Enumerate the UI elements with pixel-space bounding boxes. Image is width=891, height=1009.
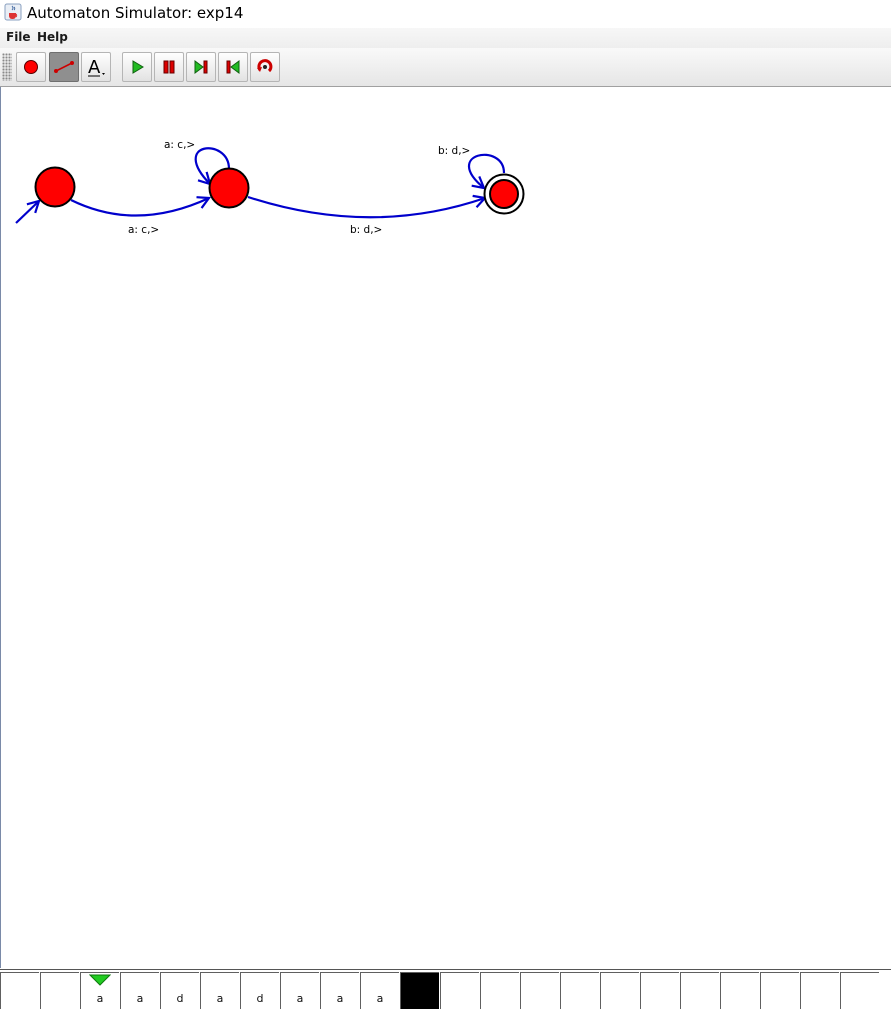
step-forward-icon (194, 60, 208, 74)
red-circle-icon (24, 60, 38, 74)
transition-label: a: c,> (164, 139, 195, 151)
transition-q1-q2[interactable] (247, 197, 485, 219)
tape-symbol: d (176, 992, 184, 1005)
transition-q0-q1[interactable] (70, 198, 209, 217)
menu-file[interactable]: File (6, 30, 31, 44)
tape-cell[interactable] (640, 972, 679, 1009)
tape-cell[interactable] (560, 972, 599, 1009)
step-forward-button[interactable] (186, 52, 216, 82)
state-q1[interactable] (208, 167, 250, 209)
run-button[interactable] (122, 52, 152, 82)
reset-icon (257, 59, 273, 73)
tape-symbol: a (216, 992, 224, 1005)
state-q2-accepting[interactable] (483, 173, 525, 215)
diagram-canvas[interactable]: a: c,> a: c,> b: d,> b: d,> (0, 87, 890, 968)
tape-cell[interactable]: a (120, 972, 159, 1009)
menu-help[interactable]: Help (37, 30, 68, 44)
step-back-button[interactable] (218, 52, 248, 82)
add-transition-button[interactable] (49, 52, 79, 82)
tape-cell[interactable]: a (360, 972, 399, 1009)
tape-head-icon (89, 974, 111, 986)
tape-cell[interactable]: a (200, 972, 239, 1009)
tape-cell[interactable]: d (240, 972, 279, 1009)
tape-symbol: a (336, 992, 344, 1005)
initial-state-arrow (15, 201, 39, 224)
transition-label: b: d,> (350, 224, 382, 236)
play-icon (132, 60, 144, 74)
step-back-icon (226, 60, 240, 74)
letter-a-icon: A (88, 57, 105, 78)
transition-label: a: c,> (128, 224, 159, 236)
menu-bar: File Help (0, 28, 891, 48)
arrow-line-icon (54, 61, 74, 73)
add-state-button[interactable] (16, 52, 46, 82)
tape-cell[interactable] (520, 972, 559, 1009)
tape-cell[interactable] (840, 972, 879, 1009)
tape-cell[interactable]: a (320, 972, 359, 1009)
svg-text:A: A (88, 57, 101, 78)
input-tape: aadadaaa (0, 969, 891, 1009)
java-coffee-icon (4, 3, 22, 21)
tape-symbol: a (96, 992, 104, 1005)
tape-cell[interactable] (0, 972, 39, 1009)
title-bar: Automaton Simulator: exp14 (0, 0, 891, 28)
state-q0[interactable] (34, 166, 76, 208)
text-tool-button[interactable]: A (81, 52, 111, 82)
toolbar: A (0, 48, 891, 87)
tape-cell[interactable] (800, 972, 839, 1009)
tape-cell[interactable] (480, 972, 519, 1009)
tape-cell[interactable] (440, 972, 479, 1009)
tape-cell[interactable] (760, 972, 799, 1009)
pause-icon (163, 60, 175, 74)
reset-button[interactable] (250, 52, 280, 82)
tape-symbol: a (376, 992, 384, 1005)
tape-cell[interactable]: d (160, 972, 199, 1009)
tape-cell[interactable] (720, 972, 759, 1009)
automaton-diagram: a: c,> a: c,> b: d,> b: d,> (15, 139, 525, 236)
tape-cell[interactable]: a (280, 972, 319, 1009)
pause-button[interactable] (154, 52, 184, 82)
tape-symbol: d (256, 992, 264, 1005)
tape-symbol: a (136, 992, 144, 1005)
tape-cell[interactable] (40, 972, 79, 1009)
tape-cell[interactable] (600, 972, 639, 1009)
tape-cell[interactable] (400, 972, 439, 1009)
tape-symbol: a (296, 992, 304, 1005)
tape-cell[interactable] (680, 972, 719, 1009)
transition-label: b: d,> (438, 145, 470, 157)
toolbar-grip[interactable] (2, 53, 12, 81)
window-title: Automaton Simulator: exp14 (27, 4, 244, 22)
